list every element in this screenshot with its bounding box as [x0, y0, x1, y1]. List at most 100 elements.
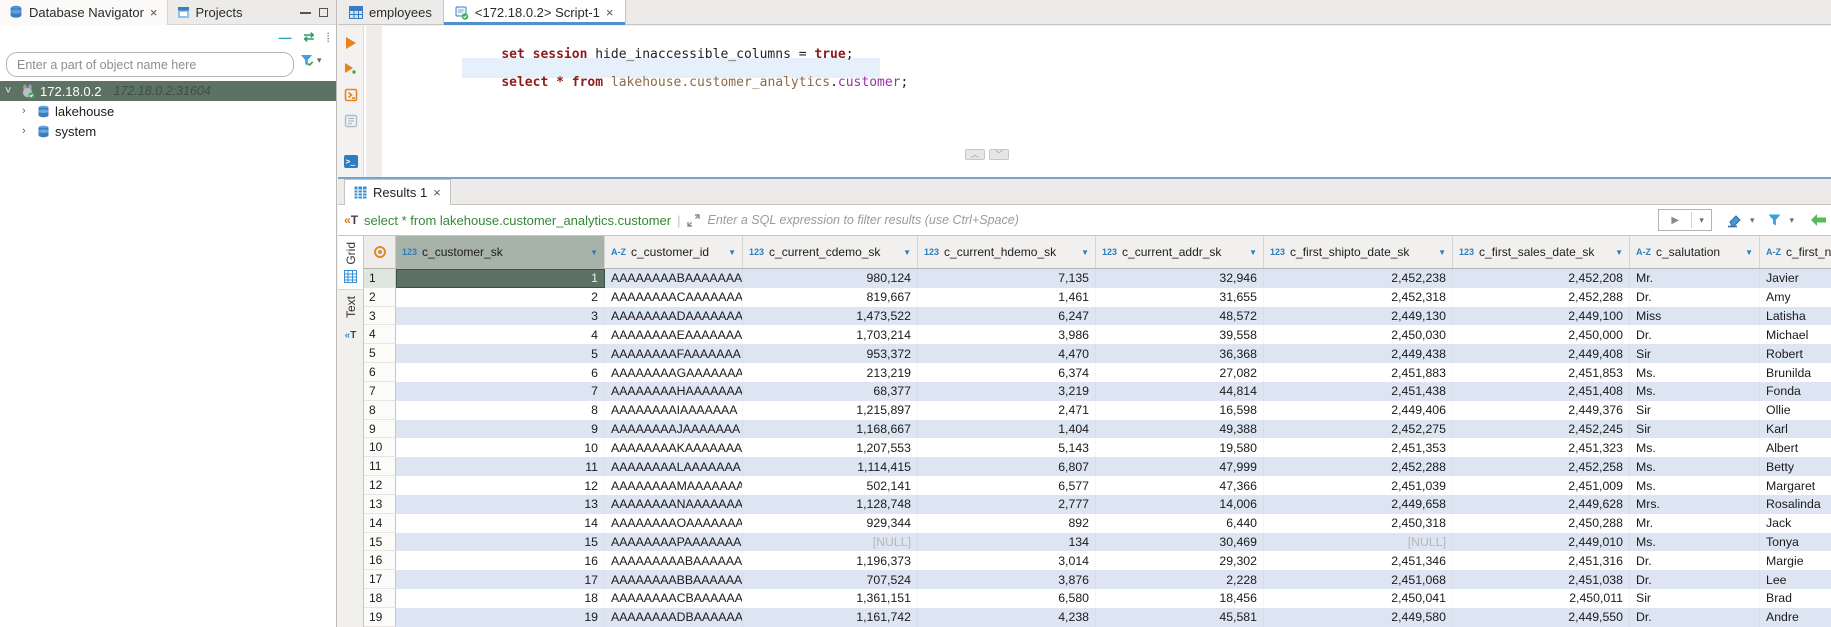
grid-cell[interactable]: 17: [396, 570, 605, 589]
grid-cell[interactable]: 2,451,353: [1264, 438, 1453, 457]
grid-cell[interactable]: 2,449,100: [1453, 307, 1630, 326]
grid-cell[interactable]: 2,449,010: [1453, 533, 1630, 552]
grid-cell[interactable]: 2,451,853: [1453, 363, 1630, 382]
back-navigation-icon[interactable]: [1809, 213, 1827, 227]
grid-cell[interactable]: [NULL]: [1264, 533, 1453, 552]
grid-cell[interactable]: Tonya: [1760, 533, 1831, 552]
row-number[interactable]: 17: [364, 570, 396, 589]
grid-cell[interactable]: Miss: [1630, 307, 1760, 326]
grid-cell[interactable]: 1,404: [918, 420, 1096, 439]
grid-cell[interactable]: 14: [396, 514, 605, 533]
grid-cell[interactable]: 2,451,009: [1453, 476, 1630, 495]
grid-cell[interactable]: 2: [396, 288, 605, 307]
grid-cell[interactable]: 19: [396, 608, 605, 627]
grid-cell[interactable]: 48,572: [1096, 307, 1264, 326]
grid-cell[interactable]: Andre: [1760, 608, 1831, 627]
grid-cell[interactable]: 10: [396, 438, 605, 457]
grid-cell[interactable]: AAAAAAAACBAAAAAA: [605, 589, 743, 608]
close-icon[interactable]: ×: [150, 6, 158, 19]
column-header-c_salutation[interactable]: A-Zc_salutation▼: [1630, 236, 1760, 269]
grid-cell[interactable]: 6,440: [1096, 514, 1264, 533]
sort-icon[interactable]: ▼: [590, 248, 598, 257]
select-all-corner[interactable]: [364, 236, 396, 269]
grid-cell[interactable]: AAAAAAAAHAAAAAAA: [605, 382, 743, 401]
close-icon[interactable]: ×: [433, 186, 441, 199]
grid-cell[interactable]: Karl: [1760, 420, 1831, 439]
grid-cell[interactable]: 1,473,522: [743, 307, 918, 326]
grid-cell[interactable]: Dr.: [1630, 288, 1760, 307]
grid-cell[interactable]: 2,452,245: [1453, 420, 1630, 439]
grid-cell[interactable]: 2,450,318: [1264, 514, 1453, 533]
row-number[interactable]: 7: [364, 382, 396, 401]
grid-cell[interactable]: Michael: [1760, 325, 1831, 344]
grid-cell[interactable]: 2,451,438: [1264, 382, 1453, 401]
grid-cell[interactable]: 1,207,553: [743, 438, 918, 457]
grid-cell[interactable]: 1,361,151: [743, 589, 918, 608]
grid-cell[interactable]: 5,143: [918, 438, 1096, 457]
row-number[interactable]: 19: [364, 608, 396, 627]
grid-cell[interactable]: Amy: [1760, 288, 1831, 307]
grid-cell[interactable]: Margaret: [1760, 476, 1831, 495]
grid-cell[interactable]: Dr.: [1630, 551, 1760, 570]
grid-cell[interactable]: 4: [396, 325, 605, 344]
grid-cell[interactable]: 1,703,214: [743, 325, 918, 344]
grid-cell[interactable]: Ms.: [1630, 363, 1760, 382]
column-header-c_first_name[interactable]: A-Zc_first_name▼: [1760, 236, 1831, 269]
grid-cell[interactable]: 502,141: [743, 476, 918, 495]
grid-cell[interactable]: 19,580: [1096, 438, 1264, 457]
grid-cell[interactable]: 1,215,897: [743, 401, 918, 420]
grid-cell[interactable]: 2,450,030: [1264, 325, 1453, 344]
tab-employees[interactable]: employees: [338, 0, 443, 25]
grid-cell[interactable]: 819,667: [743, 288, 918, 307]
grid-cell[interactable]: 6,374: [918, 363, 1096, 382]
grid-cell[interactable]: 7: [396, 382, 605, 401]
grid-cell[interactable]: 6: [396, 363, 605, 382]
grid-cell[interactable]: Brunilda: [1760, 363, 1831, 382]
grid-cell[interactable]: [NULL]: [743, 533, 918, 552]
grid-cell[interactable]: Ms.: [1630, 476, 1760, 495]
grid-cell[interactable]: 2,449,406: [1264, 401, 1453, 420]
sql-line-2[interactable]: select * from lakehouse.customer_analyti…: [470, 60, 908, 105]
sort-icon[interactable]: ▼: [1081, 248, 1089, 257]
row-number[interactable]: 5: [364, 344, 396, 363]
grid-cell[interactable]: 6,580: [918, 589, 1096, 608]
grid-cell[interactable]: Ollie: [1760, 401, 1831, 420]
grid-cell[interactable]: 4,238: [918, 608, 1096, 627]
row-number[interactable]: 2: [364, 288, 396, 307]
grid-cell[interactable]: AAAAAAAADAAAAAAA: [605, 307, 743, 326]
execute-script-icon[interactable]: [342, 86, 360, 104]
grid-cell[interactable]: Dr.: [1630, 608, 1760, 627]
grid-cell[interactable]: 16: [396, 551, 605, 570]
apply-filter-button[interactable]: ▶ ▾: [1658, 209, 1712, 231]
execute-statement-icon[interactable]: [342, 34, 360, 52]
grid-cell[interactable]: 15: [396, 533, 605, 552]
grid-cell[interactable]: 2,228: [1096, 570, 1264, 589]
grid-cell[interactable]: 44,814: [1096, 382, 1264, 401]
grid-cell[interactable]: 2,449,376: [1453, 401, 1630, 420]
grid-cell[interactable]: Sir: [1630, 401, 1760, 420]
grid-cell[interactable]: Robert: [1760, 344, 1831, 363]
column-header-c_first_shipto_date_sk[interactable]: 123c_first_shipto_date_sk▼: [1264, 236, 1453, 269]
grid-cell[interactable]: 7,135: [918, 269, 1096, 288]
results-grid[interactable]: 123c_customer_sk▼A-Zc_customer_id▼123c_c…: [364, 236, 1831, 627]
tree-item-system[interactable]: › system: [0, 121, 336, 141]
grid-cell[interactable]: Rosalinda: [1760, 495, 1831, 514]
row-number[interactable]: 1: [364, 269, 396, 288]
grid-cell[interactable]: AAAAAAAAOAAAAAAA: [605, 514, 743, 533]
grid-cell[interactable]: 68,377: [743, 382, 918, 401]
row-number[interactable]: 15: [364, 533, 396, 552]
sort-icon[interactable]: ▼: [1745, 248, 1753, 257]
grid-cell[interactable]: Lee: [1760, 570, 1831, 589]
grid-cell[interactable]: AAAAAAAAKAAAAAAA: [605, 438, 743, 457]
grid-cell[interactable]: 2,452,318: [1264, 288, 1453, 307]
grid-cell[interactable]: 2,452,258: [1453, 457, 1630, 476]
grid-cell[interactable]: Dr.: [1630, 325, 1760, 344]
grid-cell[interactable]: 31,655: [1096, 288, 1264, 307]
grid-cell[interactable]: Mr.: [1630, 269, 1760, 288]
grid-cell[interactable]: 1: [396, 269, 605, 288]
grid-cell[interactable]: 3: [396, 307, 605, 326]
grid-cell[interactable]: 8: [396, 401, 605, 420]
chevron-collapsed-icon[interactable]: ›: [22, 125, 32, 137]
grid-cell[interactable]: Brad: [1760, 589, 1831, 608]
grid-cell[interactable]: 18,456: [1096, 589, 1264, 608]
